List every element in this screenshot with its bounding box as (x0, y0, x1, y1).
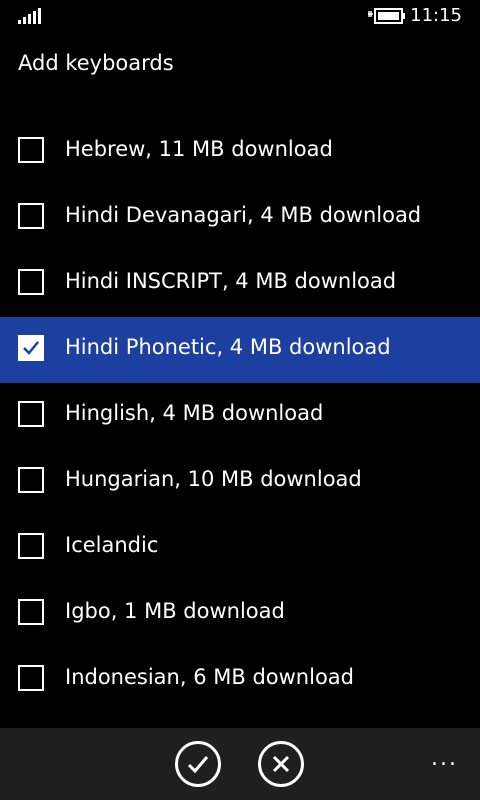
status-bar: 11:15 (0, 0, 480, 32)
keyboard-label: Hindi INSCRIPT, 4 MB download (65, 269, 397, 293)
keyboard-row[interactable]: Hindi INSCRIPT, 4 MB download (0, 251, 480, 317)
checkbox[interactable] (18, 401, 44, 427)
keyboard-label: Igbo, 1 MB download (65, 599, 285, 623)
status-time: 11:15 (410, 5, 462, 26)
keyboard-label: Hindi Phonetic, 4 MB download (65, 335, 391, 359)
checkbox[interactable] (18, 269, 44, 295)
keyboard-label: Hinglish, 4 MB download (65, 401, 324, 425)
keyboard-row[interactable]: Hebrew, 11 MB download (0, 119, 480, 185)
signal-strength-icon (18, 8, 41, 24)
keyboard-row[interactable]: Igbo, 1 MB download (0, 581, 480, 647)
close-icon (272, 755, 290, 773)
cancel-button[interactable] (258, 741, 304, 787)
checkbox[interactable] (18, 467, 44, 493)
keyboard-row[interactable]: Indonesian, 6 MB download (0, 647, 480, 713)
keyboard-row[interactable]: Hindi Devanagari, 4 MB download (0, 185, 480, 251)
battery-charging-icon (368, 8, 405, 24)
keyboard-row[interactable]: Hawaiian (0, 98, 480, 119)
checkmark-icon (187, 756, 209, 774)
keyboard-row[interactable]: Hindi Phonetic, 4 MB download (0, 317, 480, 383)
checkbox[interactable] (18, 599, 44, 625)
keyboard-list[interactable]: Hawaiian Hebrew, 11 MB download Hindi Deva… (0, 98, 480, 728)
keyboard-label: Hungarian, 10 MB download (65, 467, 362, 491)
keyboard-label: Indonesian, 6 MB download (65, 665, 354, 689)
keyboard-row[interactable]: Hinglish, 4 MB download (0, 383, 480, 449)
confirm-button[interactable] (175, 741, 221, 787)
checkbox[interactable] (18, 533, 44, 559)
app-bar: ... (0, 728, 480, 800)
check-icon (23, 341, 39, 355)
keyboard-label: Hebrew, 11 MB download (65, 137, 333, 161)
page-title: Add keyboards (18, 51, 174, 75)
checkbox[interactable] (18, 665, 44, 691)
keyboard-row[interactable]: Hungarian, 10 MB download (0, 449, 480, 515)
keyboard-label: Icelandic (65, 533, 159, 557)
keyboard-row[interactable]: Icelandic (0, 515, 480, 581)
keyboard-label: Hindi Devanagari, 4 MB download (65, 203, 422, 227)
checkbox[interactable] (18, 203, 44, 229)
checkbox-checked[interactable] (18, 335, 44, 361)
checkbox[interactable] (18, 137, 44, 163)
more-options-button[interactable]: ... (431, 748, 458, 770)
